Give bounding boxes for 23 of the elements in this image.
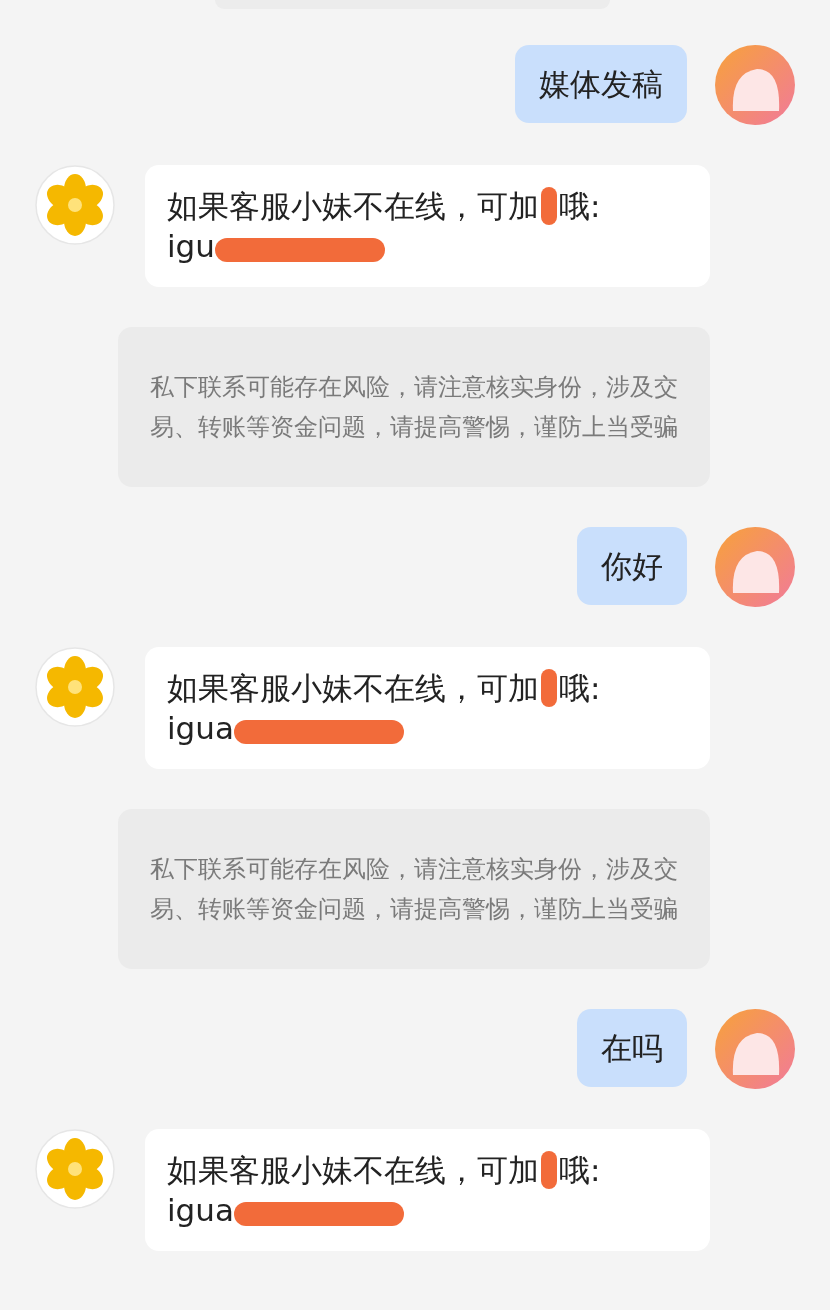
- warning-text: 私下联系可能存在风险，请注意核实身份，涉及交易、转账等资金问题，请提高警惕，谨防上当受骗: [149, 854, 679, 925]
- redaction-mark: [541, 669, 557, 707]
- message-text: 媒体发稿: [539, 66, 663, 102]
- avatar-icon: [715, 45, 795, 125]
- message-text: igua: [167, 709, 234, 748]
- flower-avatar-icon: [35, 1129, 115, 1209]
- redaction-mark: [541, 187, 557, 225]
- message-text: 在吗: [601, 1030, 663, 1066]
- redaction-mark: [541, 1151, 557, 1189]
- message-text: 哦:: [559, 1151, 601, 1190]
- flower-avatar-icon: [35, 165, 115, 245]
- message-text: 哦:: [559, 669, 601, 708]
- flower-avatar-icon: [35, 647, 115, 727]
- warning-text: 私下联系可能存在风险，请注意核实身份，涉及交易、转账等资金问题，请提高警惕，谨防上当受骗: [149, 372, 679, 443]
- message-text: 如果客服小妹不在线，可加: [167, 1151, 539, 1190]
- avatar-icon: [715, 1009, 795, 1089]
- message-text: 你好: [601, 548, 663, 584]
- message-text: 哦:: [559, 187, 601, 226]
- message-text: igu: [167, 227, 215, 266]
- avatar-icon: [715, 527, 795, 607]
- message-text: 如果客服小妹不在线，可加: [167, 187, 539, 226]
- message-text: igua: [167, 1191, 234, 1230]
- message-text: 如果客服小妹不在线，可加: [167, 669, 539, 708]
